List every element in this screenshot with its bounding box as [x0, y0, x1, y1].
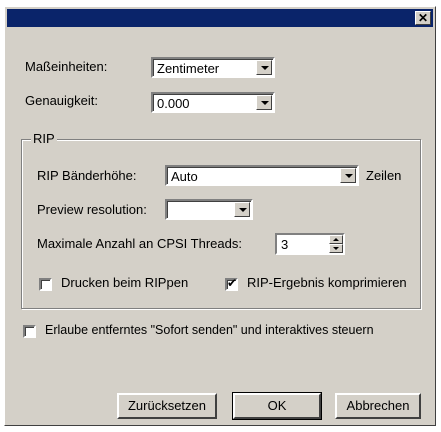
spin-down-icon[interactable] — [329, 244, 343, 253]
ok-button[interactable]: OK — [232, 392, 322, 420]
compress-rip-label: RIP-Ergebnis komprimieren — [247, 275, 407, 290]
rip-group-label: RIP — [31, 131, 57, 146]
remote-control-label: Erlaube entferntes "Sofort senden" und i… — [45, 323, 374, 337]
close-icon: ✕ — [417, 11, 429, 25]
spin-up-icon[interactable] — [329, 235, 343, 244]
compress-rip-checkbox[interactable] — [225, 276, 238, 291]
print-while-rip-checkbox[interactable] — [39, 278, 52, 291]
chevron-down-icon[interactable] — [256, 95, 272, 110]
preview-resolution-select[interactable] — [165, 199, 253, 220]
threads-spinner[interactable]: 3 — [275, 233, 345, 255]
band-height-label: RIP Bänderhöhe: — [37, 168, 137, 183]
print-while-rip-label: Drucken beim RIPpen — [61, 275, 189, 290]
band-height-unit: Zeilen — [366, 168, 402, 183]
preview-resolution-label: Preview resolution: — [37, 202, 147, 217]
band-height-select[interactable]: Auto — [165, 165, 359, 186]
cancel-button[interactable]: Abbrechen — [335, 393, 421, 419]
precision-select[interactable]: 0.000 — [151, 92, 275, 113]
title-bar: ✕ — [7, 9, 433, 27]
band-height-value: Auto — [171, 169, 198, 184]
units-select[interactable]: Zentimeter — [151, 57, 275, 78]
chevron-down-icon[interactable] — [234, 202, 250, 217]
precision-label: Genauigkeit: — [25, 93, 98, 108]
preferences-dialog: ✕ Maßeinheiten: Zentimeter Genauigkeit: … — [4, 6, 436, 426]
chevron-down-icon[interactable] — [340, 168, 356, 183]
remote-control-checkbox[interactable] — [23, 325, 36, 338]
threads-label: Maximale Anzahl an CPSI Threads: — [37, 236, 242, 251]
units-value: Zentimeter — [157, 61, 220, 76]
threads-value: 3 — [281, 237, 289, 252]
chevron-down-icon[interactable] — [256, 60, 272, 75]
precision-value: 0.000 — [157, 96, 190, 111]
close-button[interactable]: ✕ — [415, 11, 431, 25]
units-label: Maßeinheiten: — [25, 59, 108, 74]
reset-button[interactable]: Zurücksetzen — [117, 393, 217, 419]
